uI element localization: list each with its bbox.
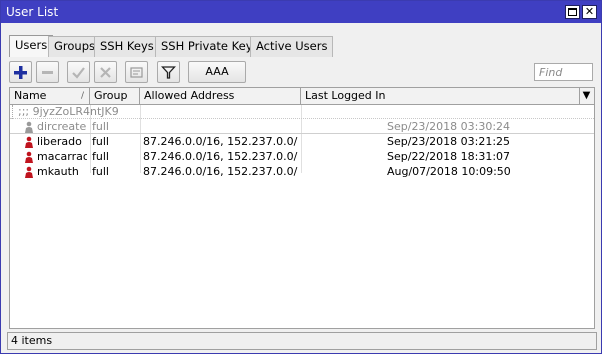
column-header-last-logged-in[interactable]: Last Logged In — [301, 88, 580, 104]
remove-icon — [42, 71, 53, 74]
enable-icon — [72, 67, 85, 79]
user-allowed-address — [143, 119, 298, 134]
user-icon — [25, 136, 33, 148]
user-allowed-address: 87.246.0.0/16, 152.237.0.0/1... — [143, 150, 298, 163]
user-icon — [25, 121, 33, 133]
filter-button[interactable] — [157, 61, 180, 83]
comment-button[interactable] — [125, 61, 148, 83]
enable-button[interactable] — [67, 61, 90, 83]
user-list-window: User List ✕ Users Groups SSH Keys SSH Pr… — [0, 0, 602, 354]
find-input[interactable] — [534, 63, 593, 81]
table-row[interactable]: macarrao full 87.246.0.0/16, 152.237.0.0… — [10, 149, 594, 164]
user-table: Name / Group Allowed Address Last Logged… — [9, 87, 595, 329]
user-icon — [25, 166, 33, 178]
maximize-icon — [568, 8, 577, 16]
tab-active-users[interactable]: Active Users — [250, 36, 334, 57]
user-name: dircreate — [37, 120, 87, 133]
column-menu-icon[interactable]: ▼ — [580, 89, 593, 103]
user-name: macarrao — [37, 150, 87, 163]
column-header-allowed-address[interactable]: Allowed Address — [140, 88, 301, 104]
add-button[interactable] — [9, 61, 32, 83]
remove-button[interactable] — [36, 61, 59, 83]
close-button[interactable]: ✕ — [582, 5, 597, 19]
user-last-login: Sep/22/2018 18:31:07 — [387, 150, 511, 163]
user-last-login: Sep/23/2018 03:30:24 — [387, 120, 511, 133]
window-title: User List — [6, 5, 59, 19]
comment-icon — [130, 67, 143, 78]
aaa-button[interactable]: AAA — [188, 61, 246, 83]
tab-ssh-keys[interactable]: SSH Keys — [94, 36, 160, 57]
toolbar: AAA — [1, 59, 601, 85]
maximize-button[interactable] — [565, 5, 580, 19]
user-group: full — [92, 150, 109, 163]
filter-icon — [161, 66, 176, 79]
table-row[interactable]: mkauth full 87.246.0.0/16, 152.237.0.0/1… — [10, 164, 594, 179]
status-bar: 4 items — [7, 332, 597, 350]
column-header-name[interactable]: Name / — [10, 88, 90, 104]
disable-button[interactable] — [94, 61, 117, 83]
comment-text: ;;; 9jyzZoLR4ntJK9 — [18, 105, 119, 118]
sort-icon: / — [80, 91, 84, 101]
tab-users[interactable]: Users — [9, 35, 54, 57]
user-last-login: Aug/07/2018 10:09:50 — [387, 165, 511, 178]
user-name: mkauth — [37, 165, 79, 178]
add-icon — [14, 66, 27, 79]
user-group: full — [92, 165, 109, 178]
user-group: full — [92, 135, 109, 148]
title-bar[interactable]: User List ✕ — [1, 1, 601, 23]
comment-row[interactable]: ;;; 9jyzZoLR4ntJK9 — [10, 105, 594, 119]
table-row[interactable]: dircreate full Sep/23/2018 03:30:24 — [10, 119, 594, 134]
user-name: liberado — [37, 135, 82, 148]
table-row[interactable]: liberado full 87.246.0.0/16, 152.237.0.0… — [10, 134, 594, 149]
user-group: full — [92, 120, 109, 133]
user-allowed-address: 87.246.0.0/16, 152.237.0.0/1... — [143, 165, 298, 178]
user-last-login: Sep/23/2018 03:21:25 — [387, 135, 511, 148]
table-header: Name / Group Allowed Address Last Logged… — [10, 88, 594, 105]
item-count: 4 items — [11, 334, 53, 347]
user-icon — [25, 151, 33, 163]
tab-ssh-private-keys[interactable]: SSH Private Keys — [155, 36, 265, 57]
disable-icon — [100, 67, 111, 78]
user-allowed-address: 87.246.0.0/16, 152.237.0.0/1... — [143, 135, 298, 148]
close-icon: ✕ — [584, 5, 595, 18]
column-header-group[interactable]: Group — [90, 88, 140, 104]
